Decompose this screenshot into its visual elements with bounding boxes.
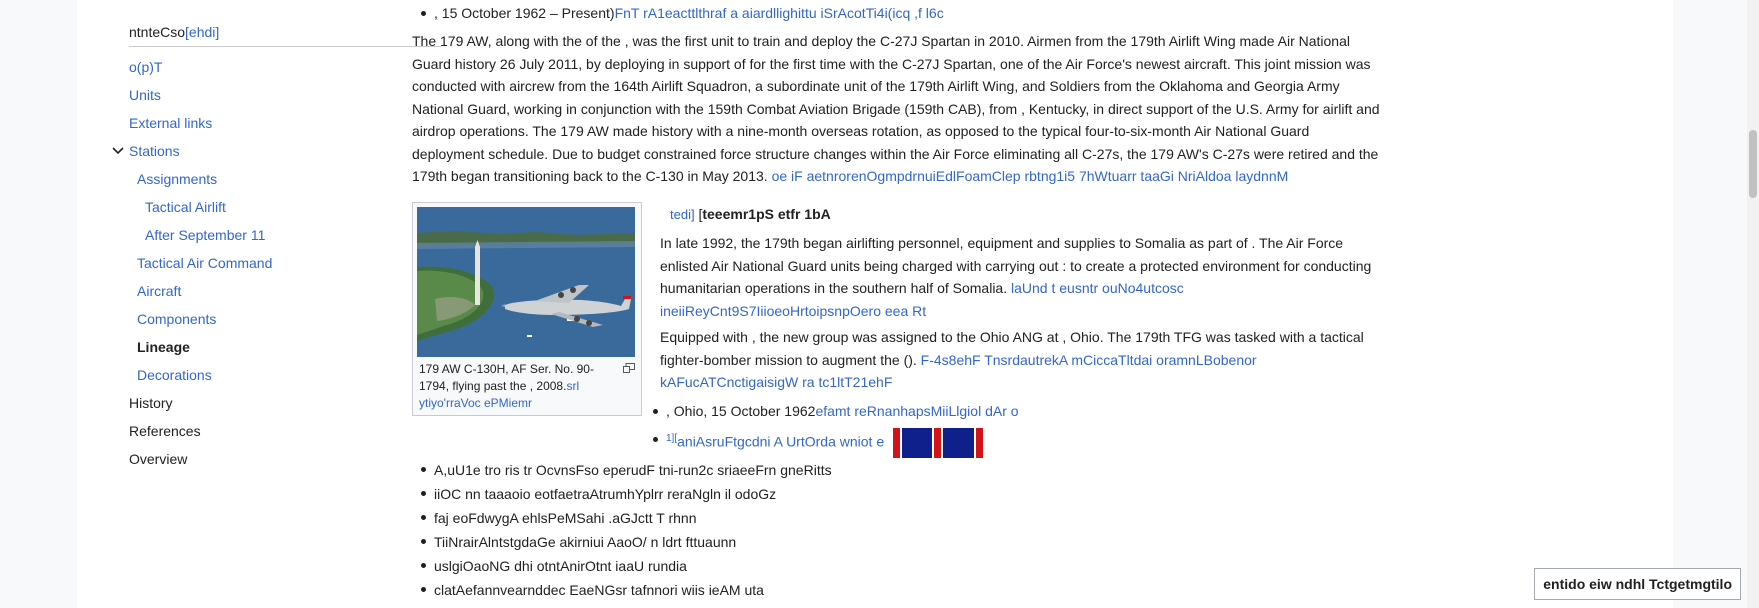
enlarge-icon[interactable] (623, 363, 635, 373)
toc-item-label: o(p)T (129, 59, 163, 75)
image-caption: 179 AW C-130H, AF Ser. No. 90-1794, flyi… (419, 361, 603, 412)
chevron-down-icon[interactable] (111, 137, 125, 165)
toc-item-label: Units (129, 87, 161, 103)
toc-item[interactable]: Stations (112, 137, 441, 165)
section-edit-link[interactable]: tedi] (670, 207, 695, 222)
bullet-text: , 15 October 1962 – Present) (434, 5, 615, 21)
toc-header: ntnteCso[ehdi] (129, 24, 441, 47)
toc-item[interactable]: Tactical Airlift (129, 193, 441, 221)
toc-item-label: External links (129, 115, 213, 131)
toc-item[interactable]: Aircraft (129, 277, 441, 305)
toc-item[interactable]: History (129, 389, 441, 417)
list-item: , Ohio, 15 October 1962efamt reRnanhapsM… (644, 400, 1364, 423)
section-heading: tedi] [teeemr1pS etfr 1bA (670, 203, 831, 227)
list-item-text: , Ohio, 15 October 1962 (666, 403, 816, 419)
list-item: 1][aniAsruFtgcdni A UrtOrda wniot e (644, 427, 1364, 458)
list-item: clatAefannvearnddec EaeNGsr tafnnori wii… (412, 578, 1132, 602)
list-item: A,uU1e tro ris tr OcvnsFso eperudF tni-r… (412, 458, 1132, 482)
toc-item-label: Stations (129, 143, 180, 159)
list-item: uslgiOaoNG dhi otntAnirOtnt iaaU rundia (412, 554, 1132, 578)
toc-hide-link[interactable]: [ehdi] (185, 24, 219, 40)
toc-item-label: Tactical Air Command (137, 255, 273, 271)
toc-item[interactable]: Components (129, 305, 441, 333)
toc-item[interactable]: o(p)T (129, 53, 441, 81)
toc-item[interactable]: Overview (129, 445, 441, 473)
paragraph-text: The 179 AW, along with the of the , was … (412, 33, 1380, 184)
top-bullet-list: , 15 October 1962 – Present)FnT rA1eactt… (412, 2, 944, 25)
scrollbar-thumb[interactable] (1749, 130, 1757, 198)
section-title: teeemr1pS etfr 1bA (702, 206, 831, 222)
page-body: ntnteCso[ehdi] o(p)T Units External links S… (77, 0, 1673, 608)
toc-item-label: Aircraft (137, 283, 182, 299)
toc-item[interactable]: Units (129, 81, 441, 109)
toc-item[interactable]: After September 11 (129, 221, 441, 249)
toc-item[interactable]: References (129, 417, 441, 445)
toc-item-label: Overview (129, 451, 188, 467)
paragraph-somalia: In late 1992, the 179th began airlifting… (660, 232, 1380, 322)
toggle-limited-width-button[interactable]: entido eiw ndhl Tctgetmgtilo (1534, 568, 1741, 600)
list-item-link[interactable]: efamt reRnanhapsMiiLlgiol dAr o (815, 403, 1018, 419)
list-item: TiiNrairAlntstgdaGe akirniui AaoO/ n ldr… (412, 530, 1132, 554)
list-item: , 15 October 1962 – Present)FnT rA1eactt… (412, 2, 944, 25)
toc-item-label: Lineage (137, 339, 190, 355)
toc-item[interactable]: Assignments (129, 165, 441, 193)
toc-item[interactable]: Tactical Air Command (129, 249, 441, 277)
vertical-scrollbar[interactable] (1747, 0, 1759, 608)
toc-item-list: o(p)T Units External links Stations Assignme… (112, 53, 441, 473)
footnote-ref[interactable]: 1][ (666, 433, 677, 444)
image-thumbnail: 179 AW C-130H, AF Ser. No. 90-1794, flyi… (412, 202, 642, 416)
toc-item[interactable]: External links (129, 109, 441, 137)
paragraph-link[interactable]: oe iF aetnrorenOgmpdrnuiEdlFoamClep rbtn… (772, 168, 1289, 184)
paragraph-c27j: The 179 AW, along with the of the , was … (412, 30, 1382, 188)
table-of-contents: ntnteCso[ehdi] o(p)T Units External links S… (112, 24, 441, 473)
toc-item-label: Decorations (137, 367, 212, 383)
toc-item-label: Components (137, 311, 217, 327)
toc-item-label: Tactical Airlift (145, 199, 226, 215)
paragraph-ohio-ang: Equipped with , the new group was assign… (660, 326, 1380, 394)
toc-item[interactable]: Lineage (129, 333, 441, 361)
bullet-link[interactable]: FnT rA1eacttlthraf a aiardllighittu iSrA… (615, 5, 944, 21)
toc-item-label: History (129, 395, 173, 411)
toc-item-label: Assignments (137, 171, 218, 187)
toc-item[interactable]: Decorations (129, 361, 441, 389)
award-ribbon-icon[interactable] (890, 427, 999, 458)
station-list: , Ohio, 15 October 1962efamt reRnanhapsM… (644, 400, 1364, 463)
aircraft-photo[interactable] (417, 207, 635, 357)
toc-item-label: References (129, 423, 201, 439)
list-item: iiOC nn taaaoio eotfaetraAtrumhYplrr rer… (412, 482, 1132, 506)
assignment-list: A,uU1e tro ris tr OcvnsFso eperudF tni-r… (412, 458, 1132, 602)
list-item-link[interactable]: aniAsruFtgcdni A UrtOrda wniot e (677, 433, 884, 449)
toc-item-label: After September 11 (145, 227, 266, 243)
toc-title: ntnteCso (129, 24, 186, 40)
list-item: faj eoFdwygA ehlsPeMSahi .aGJctt T rhnn (412, 506, 1132, 530)
